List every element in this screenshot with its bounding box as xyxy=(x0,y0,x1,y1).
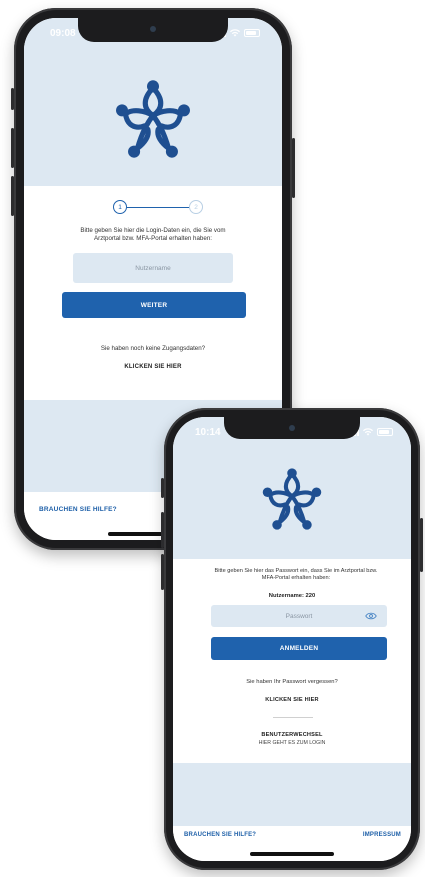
login-instruction: Bitte geben Sie hier die Login-Daten ein… xyxy=(80,227,226,242)
divider xyxy=(273,717,313,718)
front-phone-frame: 10:14 Bitte geben Sie hier das Passwort … xyxy=(161,408,423,870)
footer-bar: BRAUCHEN SIE HILFE? IMPRESSUM xyxy=(173,826,411,861)
step-connector xyxy=(127,207,189,208)
password-placeholder: Passwort xyxy=(285,612,313,620)
imprint-link[interactable]: IMPRESSUM xyxy=(363,832,401,838)
forgot-password-link[interactable]: KLICKEN SIE HIER xyxy=(173,697,411,703)
app-logo-icon xyxy=(116,80,190,158)
forgot-password-text: Sie haben Ihr Passwort vergessen? xyxy=(246,679,338,685)
password-input[interactable]: Passwort xyxy=(211,605,387,627)
battery-icon xyxy=(377,428,393,436)
app-logo-icon xyxy=(262,468,322,530)
username-label: Nutzername: 220 xyxy=(268,593,316,599)
logo-header xyxy=(24,18,282,186)
status-time: 10:14 xyxy=(195,427,221,438)
battery-icon xyxy=(244,29,260,37)
step-1-indicator: 1 xyxy=(113,200,127,214)
lower-band xyxy=(173,763,411,826)
next-button[interactable]: WEITER xyxy=(62,292,246,318)
help-link[interactable]: BRAUCHEN SIE HILFE? xyxy=(39,506,117,513)
username-input[interactable]: Nutzername xyxy=(73,253,233,283)
password-instruction: Bitte geben Sie hier das Passwort ein, d… xyxy=(214,568,378,581)
wifi-icon xyxy=(230,29,240,37)
help-link[interactable]: BRAUCHEN SIE HILFE? xyxy=(184,832,256,838)
login-button[interactable]: ANMELDEN xyxy=(211,637,387,660)
home-indicator xyxy=(250,852,334,856)
switch-user-subtitle: HIER GEHT ES ZUM LOGIN xyxy=(258,740,326,746)
front-phone-screen: 10:14 Bitte geben Sie hier das Passwort … xyxy=(173,417,411,861)
no-access-text: Sie haben noch keine Zugangsdaten? xyxy=(100,345,206,352)
step-2-indicator: 2 xyxy=(189,200,203,214)
switch-user-link[interactable]: BENUTZERWECHSEL xyxy=(173,732,411,738)
register-link[interactable]: KLICKEN SIE HIER xyxy=(24,364,282,370)
wifi-icon xyxy=(363,428,373,436)
notch xyxy=(78,18,228,42)
eye-icon[interactable] xyxy=(365,612,377,620)
status-time: 09:08 xyxy=(50,28,76,39)
notch xyxy=(224,417,360,439)
